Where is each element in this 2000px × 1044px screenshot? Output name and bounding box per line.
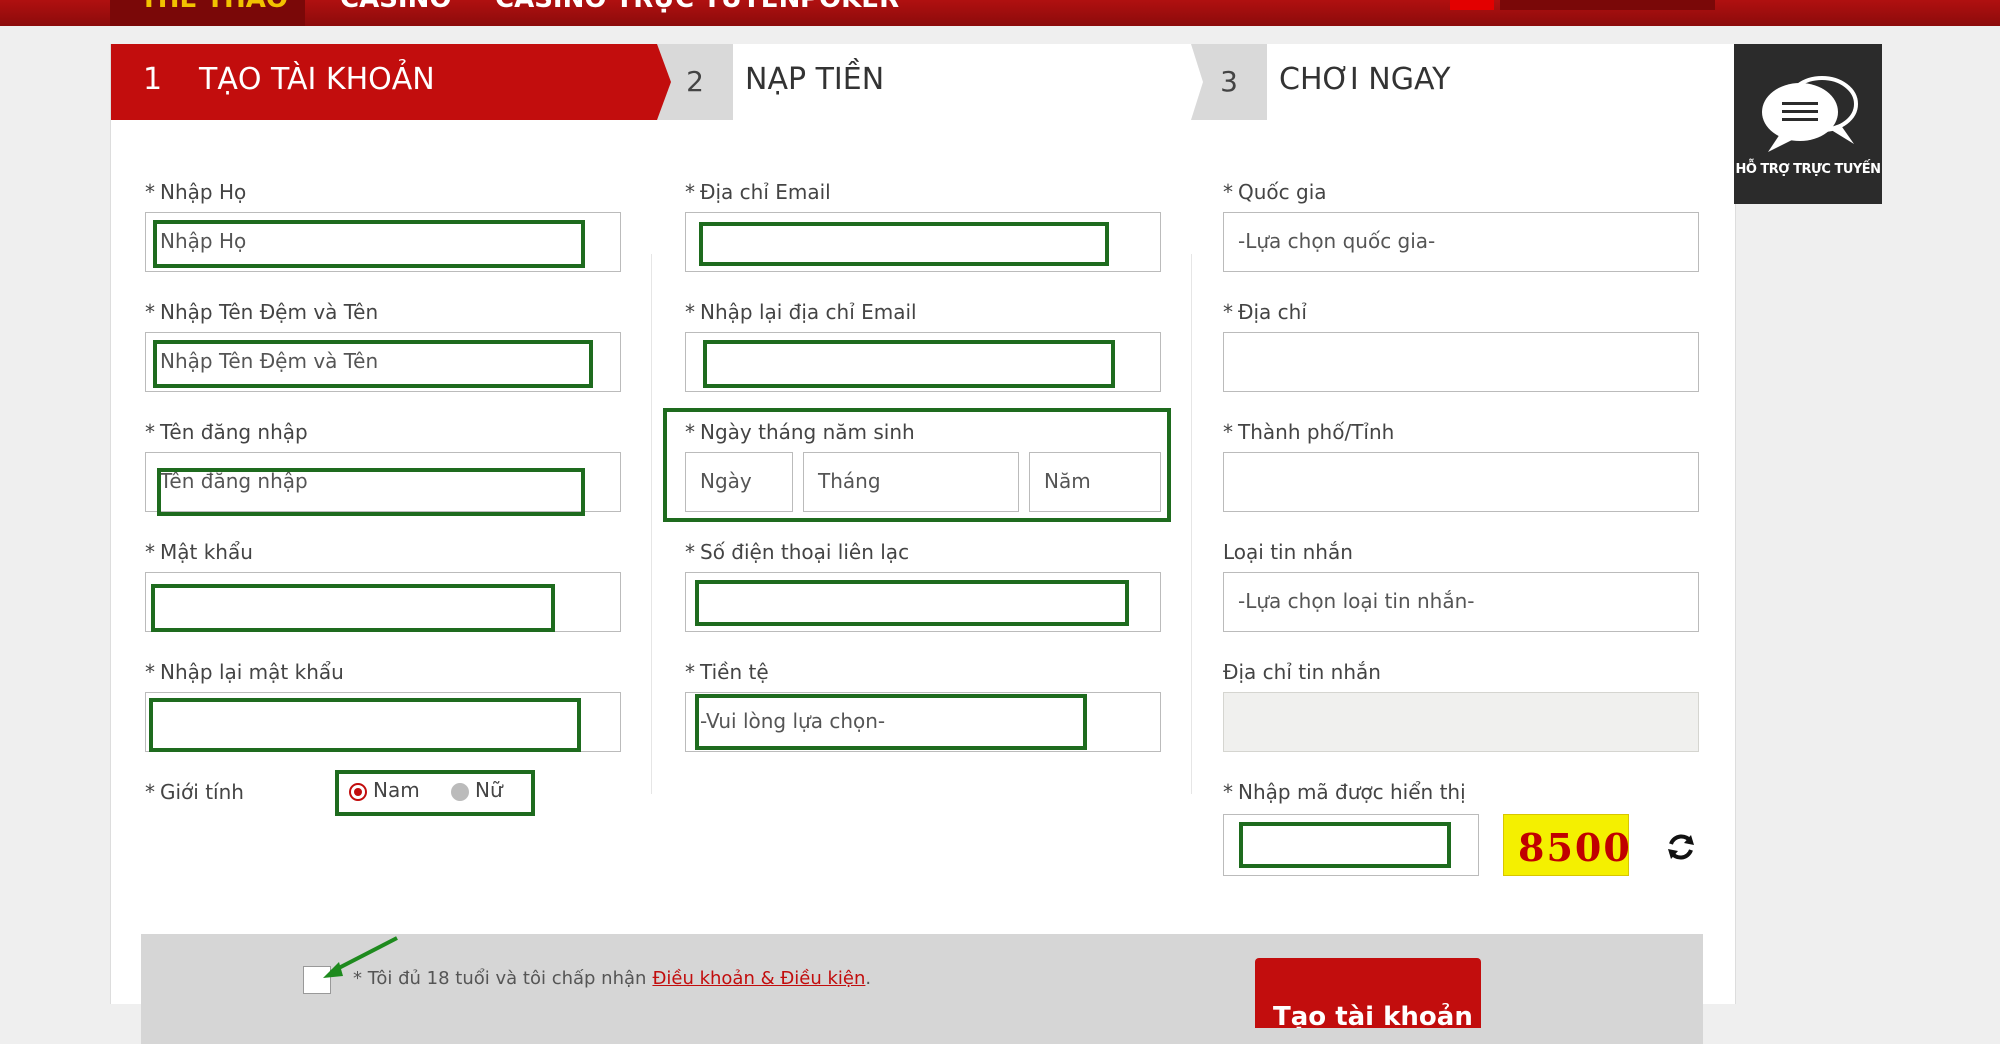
email-confirm-input[interactable] — [685, 332, 1161, 392]
password-confirm-label: * Nhập lại mật khẩu — [145, 660, 344, 684]
top-navigation: THỂ THAO CASINO CASINO TRỰC TUYẾN POKER — [0, 0, 2000, 26]
password-confirm-input[interactable] — [145, 692, 621, 752]
column-divider-1 — [651, 254, 652, 794]
step-play-now: 3 CHƠI NGAY — [1191, 44, 1735, 120]
city-label: * Thành phố/Tỉnh — [1223, 420, 1395, 444]
country-value: -Lựa chọn quốc gia- — [1238, 229, 1436, 253]
dob-label: * Ngày tháng năm sinh — [685, 420, 915, 444]
create-account-button[interactable]: Tạo tài khoản — [1255, 958, 1481, 1028]
dob-year-select[interactable]: Năm — [1029, 452, 1161, 512]
gender-female-label[interactable]: Nữ — [475, 778, 503, 802]
email-label: * Địa chỉ Email — [685, 180, 831, 204]
username-input[interactable]: Tên đăng nhập — [145, 452, 621, 512]
country-select[interactable]: -Lựa chọn quốc gia- — [1223, 212, 1699, 272]
nav-item-live-casino[interactable]: CASINO TRỰC TUYẾN — [495, 0, 800, 14]
step-2-label: NẠP TIỀN — [745, 62, 885, 97]
message-address-label: Địa chỉ tin nhắn — [1223, 660, 1381, 684]
username-placeholder: Tên đăng nhập — [160, 469, 308, 493]
nav-flag[interactable] — [1450, 0, 1494, 10]
gender-female-radio[interactable] — [451, 783, 469, 801]
live-support-label: HỖ TRỢ TRỰC TUYẾN — [1735, 162, 1881, 177]
address-label: * Địa chỉ — [1223, 300, 1307, 324]
country-label: * Quốc gia — [1223, 180, 1327, 204]
password-input[interactable] — [145, 572, 621, 632]
step-3-arrow — [1191, 44, 1203, 120]
gender-male-label[interactable]: Nam — [373, 778, 420, 802]
phone-label: * Số điện thoại liên lạc — [685, 540, 910, 564]
captcha-code: 8500 — [1518, 825, 1632, 870]
gender-male-radio[interactable] — [349, 783, 367, 801]
chat-bubbles-icon — [1762, 76, 1858, 152]
live-support-widget[interactable]: HỖ TRỢ TRỰC TUYẾN — [1734, 44, 1882, 204]
first-name-label: * Nhập Tên Đệm và Tên — [145, 300, 379, 324]
nav-item-sports[interactable]: THỂ THAO — [140, 0, 288, 14]
gender-label: * Giới tính — [145, 780, 244, 804]
last-name-input[interactable]: Nhập Họ — [145, 212, 621, 272]
create-account-label: Tạo tài khoản — [1273, 1002, 1473, 1028]
captcha-label: * Nhập mã được hiển thị — [1223, 780, 1466, 804]
step-1-arrow — [657, 44, 671, 120]
refresh-captcha-icon[interactable] — [1664, 830, 1698, 864]
currency-label: * Tiền tệ — [685, 660, 769, 684]
registration-card: 1 TẠO TÀI KHOẢN 2 NẠP TIỀN 3 CHƠI NGAY *… — [110, 44, 1736, 1044]
terms-link[interactable]: Điều khoản & Điều kiện — [652, 968, 865, 989]
agreement-bar: * Tôi đủ 18 tuổi và tôi chấp nhận Điều kh… — [141, 934, 1703, 1044]
message-type-value: -Lựa chọn loại tin nhắn- — [1238, 589, 1475, 613]
dob-year-value: Năm — [1044, 469, 1091, 493]
dob-day-select[interactable]: Ngày — [685, 452, 793, 512]
dob-month-value: Tháng — [818, 469, 881, 493]
first-name-placeholder: Nhập Tên Đệm và Tên — [160, 349, 379, 373]
message-type-select[interactable]: -Lựa chọn loại tin nhắn- — [1223, 572, 1699, 632]
column-divider-2 — [1191, 254, 1192, 794]
last-name-label: * Nhập Họ — [145, 180, 247, 204]
captcha-input[interactable] — [1223, 814, 1479, 876]
step-create-account: 1 TẠO TÀI KHOẢN — [111, 44, 657, 120]
currency-value: -Vui lòng lựa chọn- — [700, 709, 886, 733]
password-label: * Mật khẩu — [145, 540, 253, 564]
currency-select[interactable]: -Vui lòng lựa chọn- — [685, 692, 1161, 752]
address-input[interactable] — [1223, 332, 1699, 392]
dob-day-value: Ngày — [700, 469, 752, 493]
dob-month-select[interactable]: Tháng — [803, 452, 1019, 512]
message-address-input[interactable] — [1223, 692, 1699, 752]
city-input[interactable] — [1223, 452, 1699, 512]
phone-input[interactable] — [685, 572, 1161, 632]
email-input[interactable] — [685, 212, 1161, 272]
message-type-label: Loại tin nhắn — [1223, 540, 1353, 564]
email-confirm-label: * Nhập lại địa chỉ Email — [685, 300, 917, 324]
last-name-placeholder: Nhập Họ — [160, 229, 247, 253]
nav-item-casino[interactable]: CASINO — [340, 0, 451, 14]
step-deposit: 2 NẠP TIỀN — [657, 44, 1191, 120]
gender-radio-group: Nam Nữ — [335, 770, 535, 816]
step-3-label: CHƠI NGAY — [1279, 62, 1451, 97]
step-1-number: 1 — [143, 62, 163, 97]
agreement-text: * Tôi đủ 18 tuổi và tôi chấp nhận Điều kh… — [353, 968, 872, 989]
captcha-image: 8500 — [1503, 814, 1632, 876]
nav-account-area[interactable] — [1500, 0, 1715, 10]
step-1-label: TẠO TÀI KHOẢN — [199, 62, 435, 97]
username-label: * Tên đăng nhập — [145, 420, 308, 444]
nav-item-poker[interactable]: POKER — [800, 0, 899, 14]
first-name-input[interactable]: Nhập Tên Đệm và Tên — [145, 332, 621, 392]
